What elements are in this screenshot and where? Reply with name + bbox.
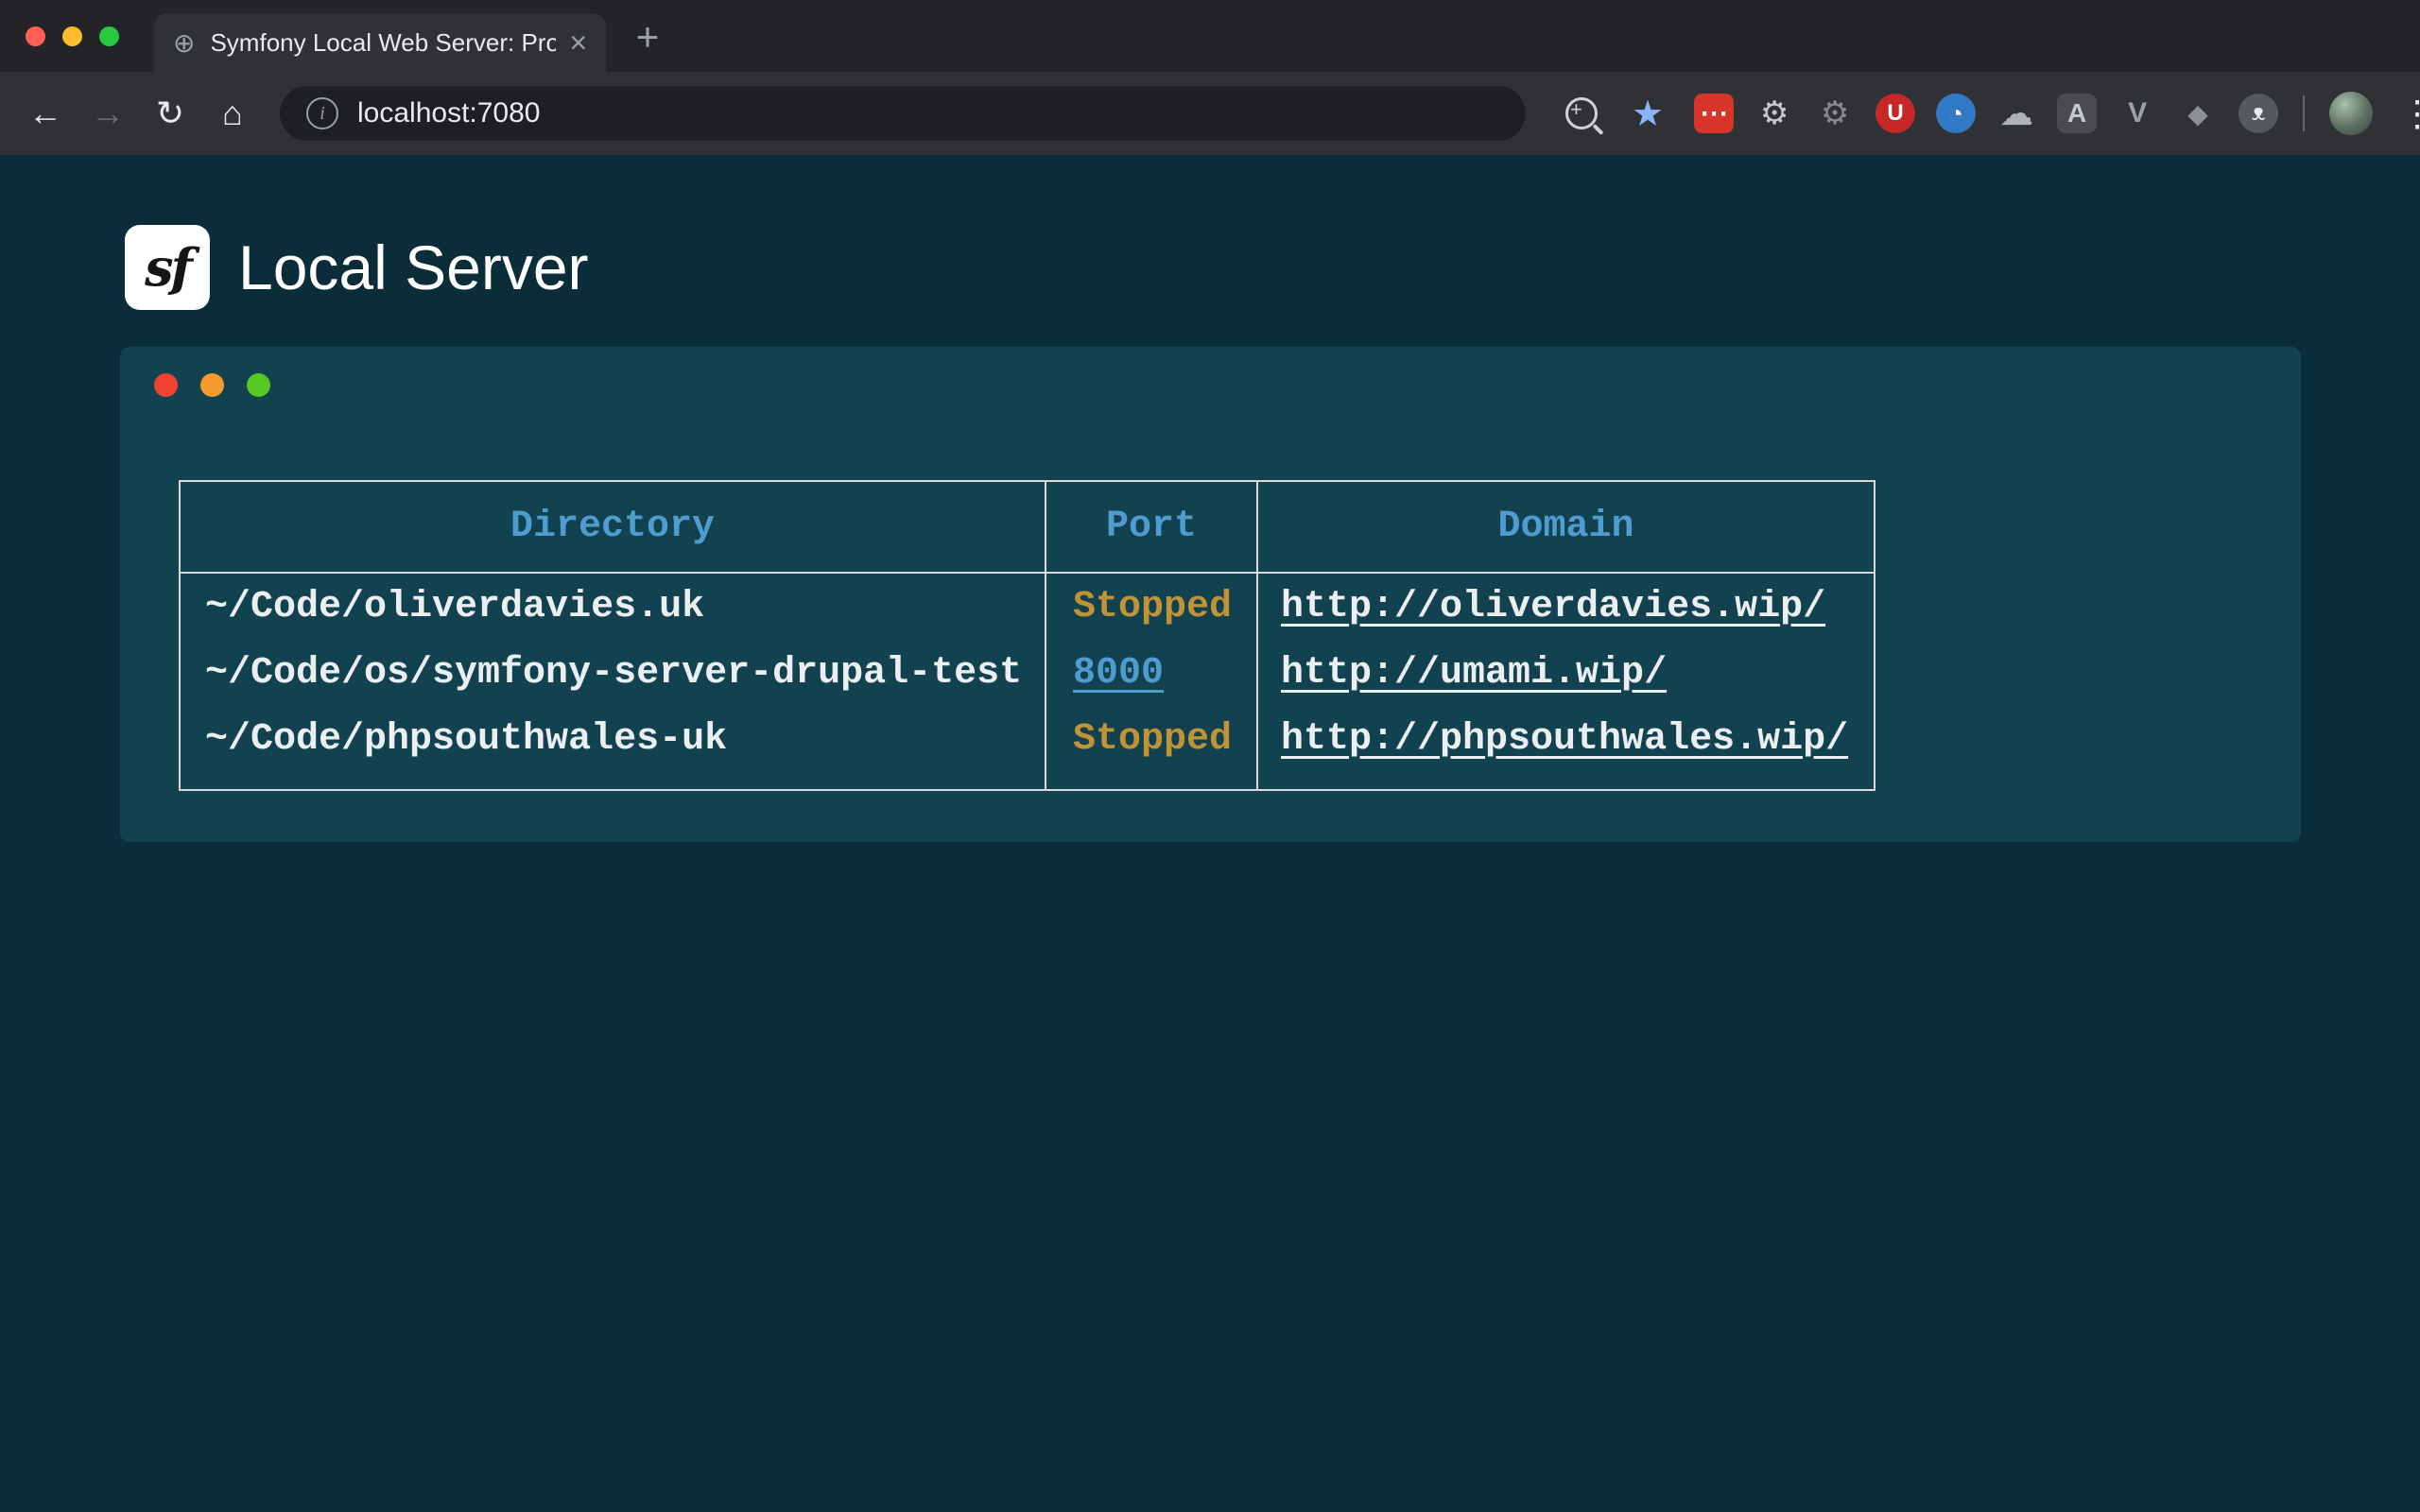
- port-status: Stopped: [1073, 718, 1232, 761]
- address-bar[interactable]: i localhost:7080: [280, 86, 1526, 141]
- page-title: Local Server: [238, 232, 589, 303]
- dark-gear-extension-icon[interactable]: ⚙: [1815, 94, 1855, 133]
- new-tab-button[interactable]: +: [626, 15, 669, 59]
- port-status: Stopped: [1073, 586, 1232, 628]
- table-row: ~/Code/os/symfony-server-drupal-test 800…: [180, 640, 1875, 706]
- page-content: sf Local Server Directory Port Domain: [0, 155, 2420, 1512]
- url-text[interactable]: localhost:7080: [357, 97, 540, 129]
- browser-menu-icon[interactable]: ⋮: [2399, 93, 2420, 135]
- bookmark-star-icon[interactable]: ★: [1632, 93, 1664, 135]
- site-info-icon[interactable]: i: [306, 97, 338, 129]
- domain-link[interactable]: http://phpsouthwales.wip/: [1281, 718, 1848, 761]
- reload-button[interactable]: ↻: [144, 94, 197, 133]
- maximize-window-button[interactable]: [99, 26, 119, 46]
- browser-tab[interactable]: ⊕ Symfony Local Web Server: Prox ×: [154, 13, 606, 72]
- terminal-window-dots: [154, 373, 270, 397]
- close-window-button[interactable]: [26, 26, 45, 46]
- cloud-extension-icon[interactable]: ☁: [1996, 94, 2036, 133]
- minimize-window-button[interactable]: [62, 26, 82, 46]
- server-panel: Directory Port Domain ~/Code/oliverdavie…: [120, 347, 2301, 842]
- diamond-extension-icon[interactable]: ◆: [2178, 94, 2218, 133]
- table-spacer-row: [180, 772, 1875, 790]
- brand-header: sf Local Server: [125, 225, 589, 310]
- tab-strip: ⊕ Symfony Local Web Server: Prox × +: [0, 0, 2420, 72]
- table-spacer: [180, 772, 1046, 790]
- browser-window: ⊕ Symfony Local Web Server: Prox × + ← →…: [0, 0, 2420, 1512]
- close-tab-icon[interactable]: ×: [569, 27, 587, 58]
- table-spacer: [1257, 772, 1875, 790]
- table-row: ~/Code/phpsouthwales-uk Stopped http://p…: [180, 706, 1875, 772]
- symfony-logo: sf: [125, 225, 210, 310]
- back-button[interactable]: ←: [19, 94, 72, 133]
- ublock-origin-extension-icon[interactable]: U: [1876, 94, 1915, 133]
- globe-favicon-icon: ⊕: [173, 27, 195, 59]
- domain-link[interactable]: http://oliverdavies.wip/: [1281, 586, 1825, 628]
- toolbar-divider: [2303, 95, 2305, 131]
- github-extension-icon[interactable]: ᴥ: [2238, 94, 2278, 133]
- clockify-extension-icon[interactable]: ◔: [1936, 94, 1976, 133]
- forward-button[interactable]: →: [81, 94, 134, 133]
- domain-link[interactable]: http://umami.wip/: [1281, 652, 1667, 695]
- settings-gear-extension-icon[interactable]: ⚙: [1754, 94, 1794, 133]
- red-dot-icon: [154, 373, 178, 397]
- orange-dot-icon: [200, 373, 224, 397]
- green-dot-icon: [247, 373, 270, 397]
- table-header-row: Directory Port Domain: [180, 481, 1875, 573]
- vimium-extension-icon[interactable]: V: [2118, 94, 2157, 133]
- domain-column-header: Domain: [1257, 481, 1875, 573]
- table-spacer: [1046, 772, 1257, 790]
- browser-toolbar: ← → ↻ ⌂ i localhost:7080 ★ ⋯ ⚙ ⚙ U ◔ ☁ A…: [0, 72, 2420, 155]
- directory-cell: ~/Code/oliverdavies.uk: [180, 573, 1046, 640]
- profile-avatar[interactable]: [2329, 92, 2373, 135]
- table-row: ~/Code/oliverdavies.uk Stopped http://ol…: [180, 573, 1875, 640]
- directory-column-header: Directory: [180, 481, 1046, 573]
- home-button[interactable]: ⌂: [206, 94, 259, 133]
- port-column-header: Port: [1046, 481, 1257, 573]
- letter-a-extension-icon[interactable]: A: [2057, 94, 2097, 133]
- window-controls: [26, 26, 119, 46]
- extensions-bar: ⋯ ⚙ ⚙ U ◔ ☁ A V ◆ ᴥ: [1694, 94, 2278, 133]
- tab-title: Symfony Local Web Server: Prox: [210, 28, 556, 58]
- directory-cell: ~/Code/phpsouthwales-uk: [180, 706, 1046, 772]
- lastpass-extension-icon[interactable]: ⋯: [1694, 94, 1734, 133]
- port-link[interactable]: 8000: [1073, 652, 1164, 695]
- directory-cell: ~/Code/os/symfony-server-drupal-test: [180, 640, 1046, 706]
- servers-table: Directory Port Domain ~/Code/oliverdavie…: [179, 480, 1876, 791]
- zoom-icon[interactable]: [1565, 97, 1598, 129]
